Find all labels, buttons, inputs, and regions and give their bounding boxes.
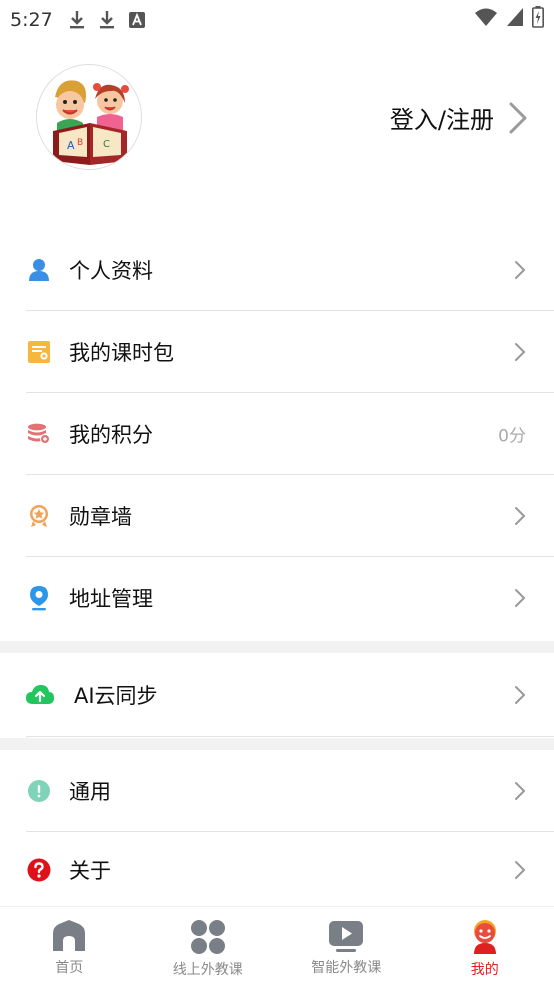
play-icon bbox=[329, 921, 364, 952]
home-icon bbox=[53, 920, 86, 951]
help-icon bbox=[26, 857, 52, 883]
signal-icon bbox=[507, 8, 523, 26]
menu-label: 个人资料 bbox=[69, 259, 153, 283]
menu-label: 我的课时包 bbox=[69, 341, 174, 365]
chevron-right-icon bbox=[515, 861, 526, 879]
points-value: 0分 bbox=[498, 426, 526, 447]
svg-text:C: C bbox=[103, 139, 110, 150]
section-gap bbox=[0, 738, 554, 750]
login-register-link[interactable]: 登入/注册 bbox=[390, 100, 528, 135]
menu-label: 关于 bbox=[69, 859, 111, 883]
download-icon bbox=[99, 11, 114, 29]
info-icon bbox=[26, 778, 52, 804]
menu-group-account: 个人资料 我的课时包 我的积分 0分 勋章墙 地址管理 bbox=[0, 229, 554, 639]
menu-item-about[interactable]: 关于 bbox=[0, 832, 554, 908]
wifi-icon bbox=[475, 8, 497, 26]
chevron-right-icon bbox=[515, 686, 526, 704]
tab-label: 智能外教课 bbox=[311, 960, 382, 976]
menu-label: AI云同步 bbox=[74, 684, 158, 708]
tab-home[interactable]: 首页 bbox=[0, 907, 139, 984]
battery-icon bbox=[532, 6, 544, 28]
tab-label: 我的 bbox=[470, 962, 499, 978]
tab-label: 首页 bbox=[55, 960, 84, 976]
chevron-right-icon bbox=[509, 102, 527, 133]
tab-mine[interactable]: 我的 bbox=[416, 907, 554, 984]
profile-icon bbox=[473, 920, 496, 954]
menu-item-ai-cloud-sync[interactable]: AI云同步 bbox=[0, 653, 554, 737]
kids-reading-avatar-icon: A B C bbox=[37, 65, 141, 169]
keyboard-a-icon bbox=[128, 12, 145, 28]
svg-text:B: B bbox=[77, 138, 83, 148]
tab-online-class[interactable]: 线上外教课 bbox=[139, 907, 278, 984]
profile-header: A B C 登入/注册 bbox=[0, 40, 554, 210]
menu-label: 我的积分 bbox=[69, 423, 153, 447]
avatar[interactable]: A B C bbox=[36, 64, 142, 170]
section-gap bbox=[0, 641, 554, 653]
menu-label: 通用 bbox=[69, 780, 111, 804]
menu-item-points[interactable]: 我的积分 0分 bbox=[0, 393, 554, 475]
location-icon bbox=[26, 585, 52, 611]
chevron-right-icon bbox=[515, 261, 526, 279]
status-bar: 5:27 bbox=[0, 0, 554, 40]
menu-label: 地址管理 bbox=[69, 587, 153, 611]
tab-smart-class[interactable]: 智能外教课 bbox=[277, 907, 416, 984]
notification-icons bbox=[69, 10, 145, 30]
menu-group-sync: AI云同步 bbox=[0, 653, 554, 737]
menu-item-general[interactable]: 通用 bbox=[0, 750, 554, 832]
bottom-tab-bar: 首页 线上外教课 智能外教课 我的 bbox=[0, 906, 554, 984]
menu-item-address[interactable]: 地址管理 bbox=[0, 557, 554, 639]
medal-icon bbox=[26, 503, 52, 529]
system-status-icons bbox=[474, 6, 544, 28]
login-register-label: 登入/注册 bbox=[389, 106, 494, 134]
chevron-right-icon bbox=[515, 589, 526, 607]
status-time: 5:27 bbox=[10, 9, 53, 31]
cloud-upload-icon bbox=[26, 682, 54, 708]
menu-group-settings: 通用 关于 bbox=[0, 750, 554, 908]
chevron-right-icon bbox=[515, 343, 526, 361]
points-icon bbox=[26, 421, 52, 447]
download-icon bbox=[69, 11, 84, 29]
lesson-package-icon bbox=[26, 339, 52, 365]
grid-icon bbox=[190, 920, 225, 954]
chevron-right-icon bbox=[515, 782, 526, 800]
menu-label: 勋章墙 bbox=[69, 505, 132, 529]
svg-text:A: A bbox=[67, 139, 75, 152]
chevron-right-icon bbox=[515, 507, 526, 525]
menu-item-lesson-package[interactable]: 我的课时包 bbox=[0, 311, 554, 393]
menu-item-profile[interactable]: 个人资料 bbox=[0, 229, 554, 311]
divider bbox=[26, 736, 554, 737]
user-icon bbox=[26, 257, 52, 283]
menu-item-medal-wall[interactable]: 勋章墙 bbox=[0, 475, 554, 557]
tab-label: 线上外教课 bbox=[172, 962, 243, 978]
